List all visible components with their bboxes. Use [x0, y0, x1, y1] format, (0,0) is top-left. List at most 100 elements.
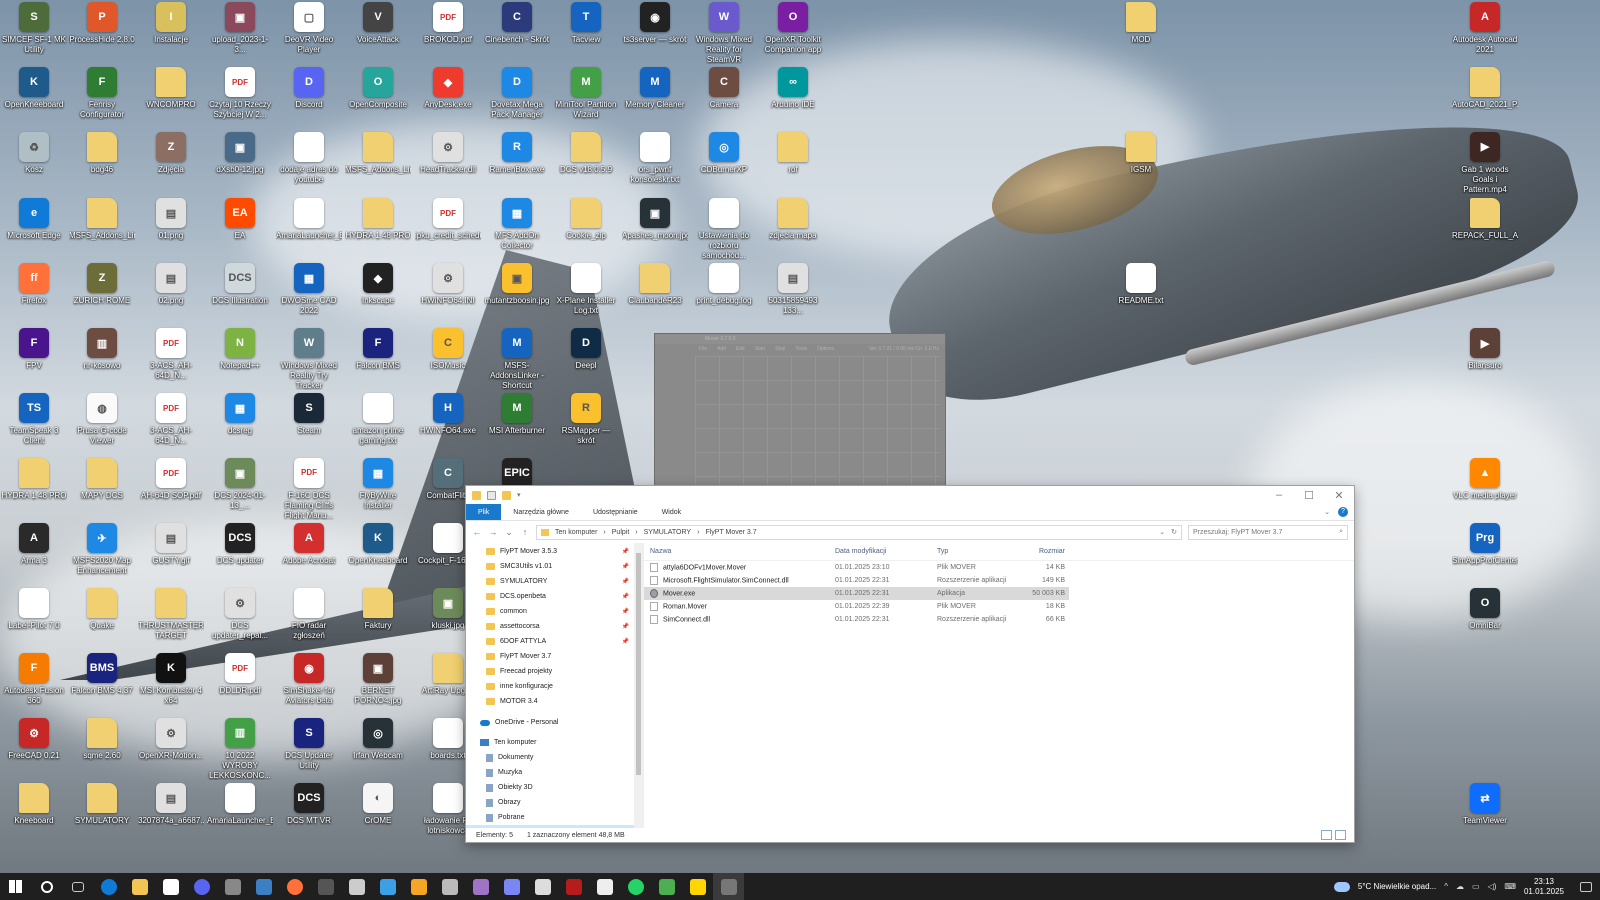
recent-locations-icon[interactable]: ⌄ — [504, 527, 514, 538]
file-row[interactable]: Microsoft.FlightSimulator.SimConnect.dll… — [644, 574, 1354, 587]
nav-scrollbar[interactable] — [634, 543, 643, 828]
desktop-icon[interactable]: ♻ Kosz — [1, 132, 67, 194]
onedrive-tray-icon[interactable]: ☁ — [1456, 882, 1464, 891]
taskbar-edge-icon[interactable] — [93, 873, 124, 900]
column-type[interactable]: Typ — [931, 548, 1015, 555]
taskbar-app-9-icon[interactable] — [589, 873, 620, 900]
desktop-icon[interactable]: ▤ 02.png — [138, 263, 204, 325]
nav-folder-item[interactable]: assettocorsa 📌 — [466, 619, 643, 634]
desktop-icon[interactable]: PDF Czytaj 10 Rzeczy Szybciej W 2... — [207, 67, 273, 129]
desktop-icon[interactable]: ▣ Apashes_moon.jpg — [622, 198, 688, 260]
desktop-icon[interactable]: ◍ Prusa G-code Viewer — [69, 393, 135, 455]
desktop-icon[interactable]: F Falcon BMS — [345, 328, 411, 390]
desktop-icon[interactable]: PDF F-16C DCS Flaming Cliffs Flight Manu.… — [276, 458, 342, 520]
weather-text[interactable]: 5°C Niewielkie opad... — [1358, 882, 1436, 891]
desktop-icon[interactable]: EA EA — [207, 198, 273, 260]
desktop-icon[interactable]: ▤ 3207874a_a6687... — [138, 783, 204, 845]
taskbar-firefox-icon[interactable] — [279, 873, 310, 900]
desktop-icon[interactable]: ▦ MFS AddOn Collector — [484, 198, 550, 260]
nav-this-pc[interactable]: Ten komputer — [466, 735, 643, 750]
mover-menu-stop[interactable]: Stop — [775, 344, 785, 354]
mover-menu-add[interactable]: Add — [717, 344, 726, 354]
nav-folder-item[interactable]: inne konfiguracje — [466, 679, 643, 694]
desktop-icon[interactable]: PDF 3-ACS_AH-64D_N... — [138, 393, 204, 455]
explorer-titlebar[interactable]: ▾ – ☐ ✕ — [466, 486, 1354, 504]
desktop-icon[interactable]: ▢ DeoVR Video Player — [276, 2, 342, 64]
nav-folder-item[interactable]: FlyPT Mover 3.7 — [466, 649, 643, 664]
desktop-icon[interactable]: ▥ 10 2022 WYROBY LEKKOSKONC... — [207, 718, 273, 780]
desktop-icon[interactable]: PDF AH-64D SOP.pdf — [138, 458, 204, 520]
mover-menu-options[interactable]: Options — [817, 344, 834, 354]
nav-folder-item[interactable]: Freecad projekty — [466, 664, 643, 679]
desktop-icon[interactable]: WNCOMPRO — [138, 67, 204, 129]
address-bar[interactable]: Ten komputer › Pulpit › SYMULATORY › Fly… — [536, 524, 1182, 540]
desktop-icon[interactable]: ▥ nr-kosowo — [69, 328, 135, 390]
desktop-icon[interactable]: K MSI Kombustor 4 x64 — [138, 653, 204, 715]
maximize-button[interactable]: ☐ — [1294, 489, 1324, 502]
desktop-icon[interactable]: M MSI Afterburner — [484, 393, 550, 455]
desktop-icon[interactable]: Label-Pilot 7.0 — [1, 588, 67, 650]
file-list[interactable]: Nazwa Data modyfikacji Typ Rozmiar attyl… — [644, 543, 1354, 828]
desktop-icon[interactable]: H HWiNFO64.exe — [415, 393, 481, 455]
taskbar-visual-studio-icon[interactable] — [465, 873, 496, 900]
nav-folder-item[interactable]: common 📌 — [466, 604, 643, 619]
desktop-icon[interactable]: D Deepl — [553, 328, 619, 390]
desktop-icon[interactable]: ◆ Inkscape — [345, 263, 411, 325]
desktop-icon[interactable]: ff Firefox — [1, 263, 67, 325]
file-explorer-window[interactable]: ▾ – ☐ ✕ Plik Narzędzia główne Udostępnia… — [465, 485, 1355, 843]
details-view-icon[interactable] — [1321, 830, 1332, 840]
nav-folder-item[interactable]: SYMULATORY 📌 — [466, 574, 643, 589]
taskbar-search-icon[interactable] — [31, 873, 62, 900]
desktop-icon[interactable]: A Autodesk Autocad 2021 — [1452, 2, 1518, 64]
desktop-icon[interactable]: ⇄ TeamViewer — [1452, 783, 1518, 845]
breadcrumb-flypt[interactable]: FlyPT Mover 3.7 — [705, 529, 756, 536]
quick-access-dropdown-icon[interactable]: ▾ — [517, 491, 521, 499]
desktop-icon[interactable]: dodaje adres do youtube — [276, 132, 342, 194]
refresh-icon[interactable]: ↻ — [1171, 528, 1177, 536]
column-size[interactable]: Rozmiar — [1015, 548, 1069, 555]
close-button[interactable]: ✕ — [1324, 489, 1354, 502]
breadcrumb-symulatory[interactable]: SYMULATORY — [644, 529, 691, 536]
desktop-icon[interactable]: ▶ Bilansuro — [1452, 328, 1518, 390]
nav-pc-item[interactable]: Dokumenty — [466, 750, 643, 765]
desktop-icon[interactable]: zdjecia mapa — [760, 198, 826, 260]
desktop-icon[interactable]: W Windows Mixed Reality Try Tracker — [276, 328, 342, 390]
taskbar-start-icon[interactable] — [0, 873, 31, 900]
tab-file[interactable]: Plik — [466, 504, 502, 520]
desktop-icon[interactable]: ✈ MSFS2020 Map Enhancement — [69, 523, 135, 585]
desktop-icon[interactable]: ◉ SimShaker for Aviators beta — [276, 653, 342, 715]
notifications-icon[interactable] — [1580, 881, 1592, 892]
desktop-icon[interactable]: C ISOMusic — [415, 328, 481, 390]
desktop-icon[interactable]: PDF BROKOD.pdf — [415, 2, 481, 64]
taskbar-file-explorer-icon[interactable] — [124, 873, 155, 900]
taskbar-app-7-icon[interactable] — [527, 873, 558, 900]
desktop-icon[interactable]: ▦ FlyByWire Installer — [345, 458, 411, 520]
desktop-icon[interactable]: HYDRA 1.48 PRO — [1, 458, 67, 520]
nav-pc-item[interactable]: Pobrane — [466, 810, 643, 825]
desktop-icon[interactable]: MSFS_Addons_Lin... — [69, 198, 135, 260]
desktop-icon[interactable]: ▣ DCS 2024-01-13_... — [207, 458, 273, 520]
desktop-icon[interactable]: A Arma 3 — [1, 523, 67, 585]
desktop-icon[interactable]: ⚙ FreeCAD 0.21 — [1, 718, 67, 780]
taskbar-store-icon[interactable] — [155, 873, 186, 900]
desktop-icon[interactable]: SYMULATORY — [69, 783, 135, 845]
desktop-icon[interactable]: A Adobe Acrobat — [276, 523, 342, 585]
desktop-icon[interactable]: AutoCAD_2021_P... — [1452, 67, 1518, 129]
desktop-icon[interactable]: PDF ipku_credit_schedu... — [415, 198, 481, 260]
taskbar-discord-2-icon[interactable] — [496, 873, 527, 900]
desktop-icon[interactable]: S SIMCEF SF-1 MK Utility — [1, 2, 67, 64]
mover-menu-start[interactable]: Start — [755, 344, 766, 354]
desktop-icon[interactable]: Faktury — [345, 588, 411, 650]
taskbar-app-4-icon[interactable] — [341, 873, 372, 900]
desktop-icon[interactable]: ▶ Gab 1 woods Goals i Pattern.mp4 — [1452, 132, 1518, 194]
tab-home[interactable]: Narzędzia główne — [501, 504, 581, 520]
desktop-icon[interactable]: ▲ VLC media player — [1452, 458, 1518, 520]
desktop-icon[interactable]: M MiniTool Partition Wizard — [553, 67, 619, 129]
desktop-icon[interactable]: README.txt — [1108, 263, 1174, 325]
weather-icon[interactable] — [1333, 881, 1350, 892]
desktop-icon[interactable]: O OpenXR Toolkit Companion app — [760, 2, 826, 64]
desktop-icon[interactable]: Ustawienia do rozbioru samochód... — [691, 198, 757, 260]
desktop-icon[interactable]: D Discord — [276, 67, 342, 129]
desktop-icon[interactable]: ▣ dXsb0-12.jpg — [207, 132, 273, 194]
desktop-icon[interactable]: ∞ Arduino IDE — [760, 67, 826, 129]
